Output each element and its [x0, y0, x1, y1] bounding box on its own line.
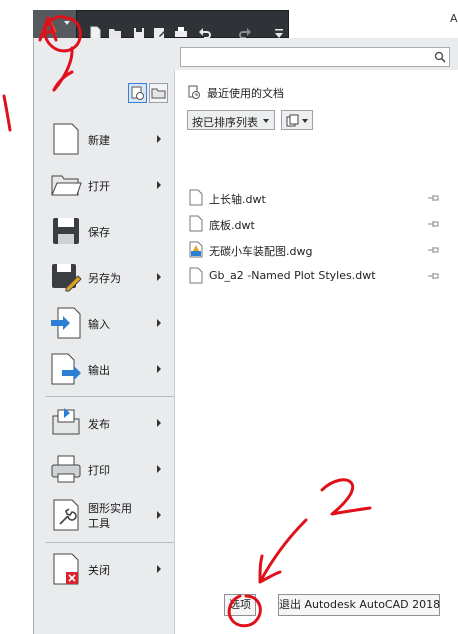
pin-icon[interactable] [427, 245, 441, 255]
search-input[interactable] [180, 47, 450, 67]
export-icon [51, 353, 81, 385]
command-label: 发布 [88, 418, 110, 431]
command-label: 打开 [88, 180, 110, 193]
chevron-right-icon [157, 465, 161, 473]
publish-button[interactable]: 发布 [48, 402, 168, 444]
window-title-fragment: A [450, 12, 458, 25]
search-icon[interactable] [434, 51, 446, 63]
save-icon [53, 218, 79, 244]
command-list: 新建 打开 保存 另存为 输入 输出 发布 打印 图形实用 工具 关闭 [34, 112, 174, 585]
publish-icon [52, 408, 80, 435]
command-label: 另存为 [88, 272, 121, 285]
autocad-a-logo [41, 16, 57, 32]
dwt-file-icon [189, 215, 203, 232]
print-button[interactable]: 打印 [48, 448, 168, 490]
command-label: 新建 [88, 134, 110, 147]
pin-icon[interactable] [427, 271, 441, 281]
recent-documents-icon[interactable] [128, 83, 147, 103]
sort-dropdown-label: 按已排序列表 [192, 116, 258, 129]
new-button[interactable]: 新建 [48, 118, 168, 160]
chevron-right-icon [157, 365, 161, 373]
recent-document-item[interactable]: Gb_a2 -Named Plot Styles.dwt [189, 267, 449, 285]
save-button[interactable]: 保存 [48, 210, 168, 252]
recent-document-item[interactable]: 底板.dwt [189, 215, 449, 233]
command-label: 保存 [88, 226, 110, 239]
chevron-down-icon [302, 119, 308, 123]
command-label: 输入 [88, 318, 110, 331]
drawing-utilities-icon [53, 499, 79, 531]
command-label: 关闭 [88, 564, 110, 577]
dwg-file-icon [189, 241, 203, 258]
dwt-file-icon [189, 189, 203, 206]
chevron-right-icon [157, 319, 161, 327]
chevron-right-icon [157, 419, 161, 427]
recent-document-item[interactable]: 上长轴.dwt [189, 189, 449, 207]
chevron-down-icon [64, 21, 70, 25]
view-toggle [128, 83, 168, 103]
pin-icon[interactable] [427, 219, 441, 229]
application-menu: 新建 打开 保存 另存为 输入 输出 发布 打印 图形实用 工具 关闭 最近使用… [33, 38, 458, 634]
chevron-right-icon [157, 511, 161, 519]
new-file-icon [53, 123, 79, 155]
menu-divider [46, 542, 174, 543]
document-name: 上长轴.dwt [209, 193, 266, 206]
open-button[interactable]: 打开 [48, 164, 168, 206]
command-label: 输出 [88, 364, 110, 377]
chevron-right-icon [157, 181, 161, 189]
drawing-utilities-button[interactable]: 图形实用 工具 [48, 494, 168, 536]
chevron-right-icon [157, 565, 161, 573]
command-label: 图形实用 工具 [88, 502, 132, 530]
pin-icon[interactable] [427, 193, 441, 203]
import-button[interactable]: 输入 [48, 302, 168, 344]
save-as-icon [52, 264, 82, 292]
sort-dropdown[interactable]: 按已排序列表 [187, 110, 275, 130]
save-as-button[interactable]: 另存为 [48, 256, 168, 298]
options-button[interactable]: 选项 [224, 594, 256, 616]
export-button[interactable]: 输出 [48, 348, 168, 390]
application-menu-button[interactable] [33, 10, 77, 38]
exit-autocad-button[interactable]: 退出 Autodesk AutoCAD 2018 [278, 594, 440, 616]
menu-divider [46, 396, 174, 397]
view-mode-dropdown[interactable] [281, 110, 313, 130]
icon-view-icon [286, 114, 299, 127]
document-name: 无碳小车装配图.dwg [209, 245, 313, 258]
document-name: 底板.dwt [209, 219, 255, 232]
chevron-right-icon [157, 135, 161, 143]
recent-documents-icon [188, 85, 200, 99]
title-bar: A [0, 0, 458, 40]
recent-documents-panel: 最近使用的文档 按已排序列表 上长轴.dwt 底板.dwt 无碳小车装配图.dw… [174, 70, 458, 634]
import-icon [51, 307, 81, 339]
close-document-icon [53, 553, 79, 585]
close-button[interactable]: 关闭 [48, 548, 168, 590]
open-folder-icon [51, 175, 82, 196]
annotation-number-1 [2, 94, 12, 132]
command-label: 打印 [88, 464, 110, 477]
recent-document-item[interactable]: 无碳小车装配图.dwg [189, 241, 449, 259]
recent-heading-label: 最近使用的文档 [207, 87, 284, 100]
chevron-down-icon [263, 119, 269, 123]
document-name: Gb_a2 -Named Plot Styles.dwt [209, 269, 376, 282]
chevron-right-icon [157, 273, 161, 281]
open-documents-icon[interactable] [149, 83, 168, 103]
print-icon [51, 455, 81, 483]
dwt-file-icon [189, 267, 203, 284]
